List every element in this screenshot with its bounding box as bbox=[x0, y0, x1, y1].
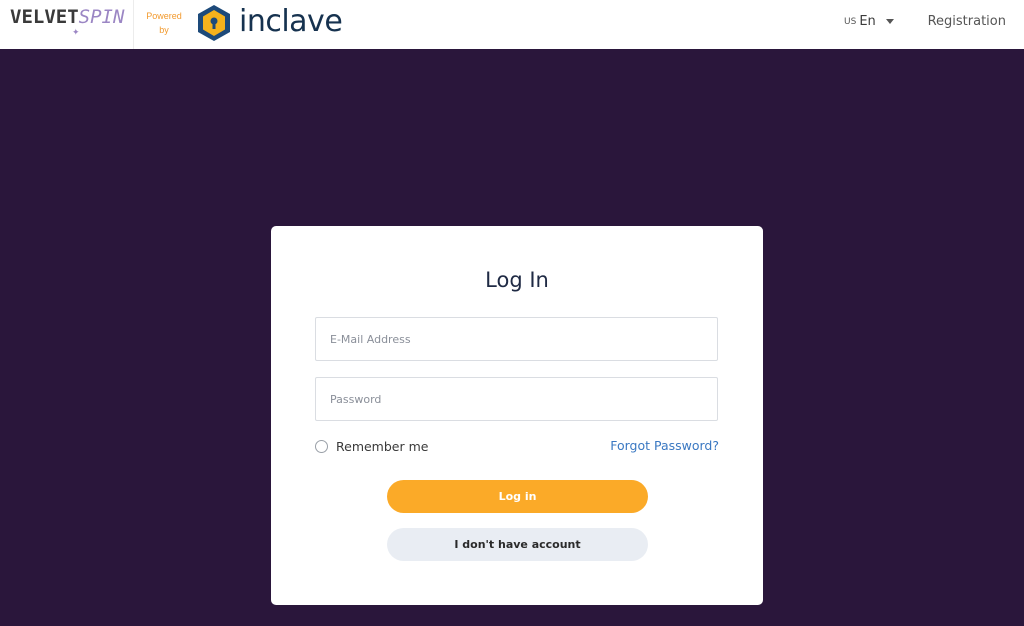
top-header: VELVETSPIN ✦ Powered by inclave US En Re… bbox=[0, 0, 1024, 49]
powered-by-line2: by bbox=[159, 25, 169, 35]
email-field[interactable] bbox=[315, 317, 718, 361]
remember-me-label: Remember me bbox=[336, 439, 429, 454]
powered-by-label: Powered by bbox=[140, 9, 188, 37]
powered-by-line1: Powered bbox=[146, 11, 182, 21]
forgot-password-link[interactable]: Forgot Password? bbox=[610, 438, 719, 453]
radio-circle-icon[interactable] bbox=[315, 440, 328, 453]
remember-me-checkbox[interactable]: Remember me bbox=[315, 439, 428, 454]
inclave-shield-icon bbox=[198, 5, 230, 41]
header-divider bbox=[133, 0, 134, 49]
language-label: En bbox=[859, 14, 876, 29]
registration-link[interactable]: Registration bbox=[928, 14, 1006, 29]
no-account-button[interactable]: I don't have account bbox=[387, 528, 648, 561]
inclave-logo-text[interactable]: inclave bbox=[239, 4, 343, 39]
brand-name-part1: VELVET bbox=[10, 6, 79, 28]
brand-name-part2: SPIN bbox=[78, 6, 125, 28]
login-button[interactable]: Log in bbox=[387, 480, 648, 513]
velvet-spin-logo[interactable]: VELVETSPIN bbox=[10, 6, 124, 28]
sparkle-icon: ✦ bbox=[72, 27, 80, 37]
login-card: Log In Remember me Forgot Password? Log … bbox=[271, 226, 763, 605]
caret-down-icon bbox=[885, 18, 894, 24]
password-field[interactable] bbox=[315, 377, 718, 421]
us-flag-icon: US bbox=[844, 16, 857, 27]
page-title: Log In bbox=[485, 268, 549, 292]
language-selector[interactable]: US En bbox=[844, 14, 894, 29]
